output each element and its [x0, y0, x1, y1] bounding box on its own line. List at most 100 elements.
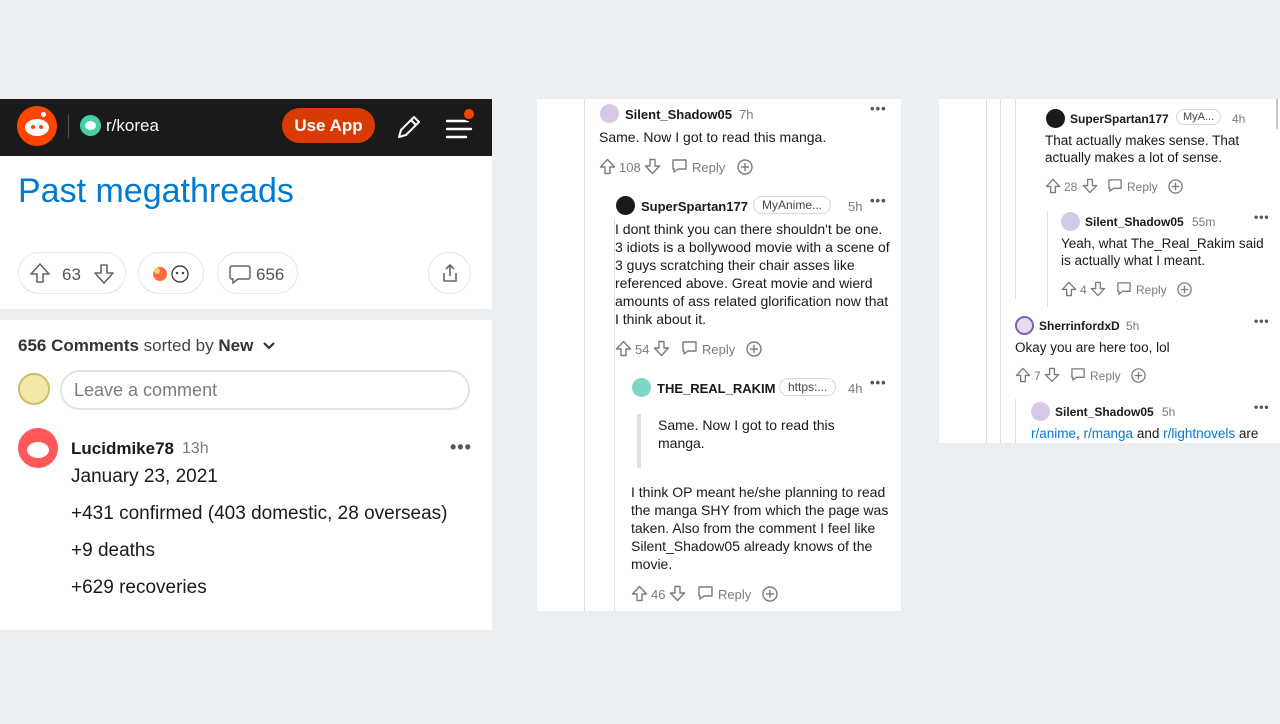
comment-actions: 4 Reply [1061, 281, 1261, 301]
vote-count: 63 [62, 265, 81, 284]
avatar[interactable] [1046, 109, 1065, 128]
comment-author[interactable]: Lucidmike78 [71, 439, 174, 459]
use-app-button[interactable]: Use App [282, 108, 375, 143]
more-options-icon[interactable]: ••• [870, 101, 887, 116]
avatar[interactable] [1031, 402, 1050, 421]
sort-bar[interactable]: 656 Comments sorted by New [18, 336, 276, 356]
award-icon[interactable] [1167, 178, 1184, 195]
notification-dot [462, 107, 476, 121]
avatar[interactable] [600, 104, 619, 123]
avatar[interactable] [1061, 212, 1080, 231]
thread-line[interactable] [1015, 99, 1016, 299]
comment-line: +431 confirmed (403 domestic, 28 oversea… [71, 503, 448, 524]
comment-author[interactable]: SherrinfordxD [1039, 319, 1120, 333]
comment-text: Yeah, what The_Real_Rakim said is actual… [1061, 236, 1264, 268]
chevron-down-icon[interactable] [262, 341, 276, 351]
downvote-icon[interactable] [1090, 281, 1106, 297]
award-icon[interactable] [736, 158, 754, 176]
reply-icon[interactable] [1116, 281, 1132, 296]
reply-button[interactable]: Reply [1127, 180, 1158, 194]
comment-author[interactable]: Silent_Shadow05 [1055, 405, 1154, 419]
upvote-icon[interactable] [29, 262, 51, 284]
blockquote: Same. Now I got to read this manga. [637, 414, 867, 468]
reply-icon[interactable] [1070, 367, 1086, 382]
comment-line: January 23, 2021 [71, 466, 218, 487]
reply-icon[interactable] [1107, 178, 1123, 193]
downvote-icon[interactable] [1044, 367, 1060, 383]
comment-bubble-icon [229, 265, 251, 284]
thread-line[interactable] [1015, 399, 1016, 443]
subreddit-link[interactable]: r/lightnovels [1163, 426, 1235, 441]
thread-line[interactable] [1047, 211, 1048, 307]
reply-icon[interactable] [697, 585, 714, 601]
comment-author[interactable]: THE_REAL_RAKIM [657, 381, 775, 396]
upvote-icon[interactable] [1061, 281, 1077, 297]
upvote-icon[interactable] [1045, 178, 1061, 194]
sort-mode[interactable]: New [218, 336, 253, 355]
reddit-logo-icon[interactable] [17, 106, 57, 146]
avatar[interactable] [18, 428, 58, 468]
section-divider [0, 309, 492, 320]
downvote-icon[interactable] [93, 263, 115, 285]
avatar[interactable] [632, 378, 651, 397]
share-icon [443, 264, 457, 282]
subreddit-name[interactable]: r/korea [106, 116, 159, 136]
upvote-icon[interactable] [1015, 367, 1031, 383]
reply-button[interactable]: Reply [718, 587, 751, 602]
award-icon[interactable] [1176, 281, 1193, 298]
reply-icon[interactable] [671, 158, 688, 174]
comment-author[interactable]: SuperSpartan177 [641, 199, 748, 214]
current-user-avatar[interactable] [18, 373, 50, 405]
comments-pill[interactable]: 656 [217, 252, 298, 294]
more-options-icon[interactable]: ••• [870, 375, 887, 390]
thread-line[interactable] [1000, 99, 1001, 443]
pencil-icon[interactable] [394, 112, 424, 142]
comment-time: 55m [1192, 215, 1216, 229]
thread-line[interactable] [584, 99, 585, 611]
downvote-icon[interactable] [669, 585, 686, 602]
award-icons [153, 265, 189, 283]
award-icon[interactable] [1130, 367, 1147, 384]
upvote-icon[interactable] [615, 340, 632, 357]
downvote-icon[interactable] [644, 158, 661, 175]
comment-author[interactable]: SuperSpartan177 [1070, 112, 1169, 126]
award-icon[interactable] [761, 585, 779, 603]
reply-button[interactable]: Reply [692, 160, 725, 175]
vote-count: 4 [1080, 283, 1087, 297]
scrollbar[interactable] [1276, 99, 1278, 129]
subreddit-link[interactable]: r/anime [1031, 426, 1076, 441]
comment-text: r/anime, r/manga and r/lightnovels are [1031, 425, 1271, 442]
more-options-icon[interactable]: ••• [1254, 210, 1270, 224]
upvote-icon[interactable] [631, 585, 648, 602]
awards-pill[interactable] [138, 252, 204, 294]
comment-text: I dont think you can there shouldn't be … [615, 221, 890, 327]
upvote-icon[interactable] [599, 158, 616, 175]
subreddit-link[interactable]: r/manga [1084, 426, 1134, 441]
more-options-icon[interactable]: ••• [870, 193, 887, 208]
comment-author[interactable]: Silent_Shadow05 [1085, 215, 1184, 229]
downvote-icon[interactable] [653, 340, 670, 357]
user-flair: MyA... [1176, 109, 1222, 125]
comment-input[interactable] [60, 370, 470, 410]
reply-button[interactable]: Reply [702, 342, 735, 357]
subreddit-icon[interactable] [80, 115, 101, 136]
reply-button[interactable]: Reply [1090, 369, 1121, 383]
comment-text: Same. Now I got to read this manga. [599, 129, 827, 145]
reply-button[interactable]: Reply [1136, 283, 1167, 297]
avatar[interactable] [1015, 316, 1034, 335]
share-pill[interactable] [428, 252, 471, 294]
more-options-icon[interactable]: ••• [1254, 314, 1270, 328]
more-options-icon[interactable]: ••• [1254, 400, 1270, 414]
downvote-icon[interactable] [1082, 178, 1098, 194]
comment-author[interactable]: Silent_Shadow05 [625, 107, 732, 122]
more-options-icon[interactable]: ••• [450, 437, 472, 458]
vote-count: 28 [1064, 180, 1078, 194]
reply-icon[interactable] [681, 340, 698, 356]
award-icon[interactable] [745, 340, 763, 358]
avatar[interactable] [616, 196, 635, 215]
post-title[interactable]: Past megathreads [18, 172, 294, 211]
thread-line[interactable] [986, 99, 987, 443]
vote-count: 46 [651, 587, 666, 602]
comment-line: +9 deaths [71, 540, 155, 561]
user-flair: https:... [779, 378, 837, 396]
